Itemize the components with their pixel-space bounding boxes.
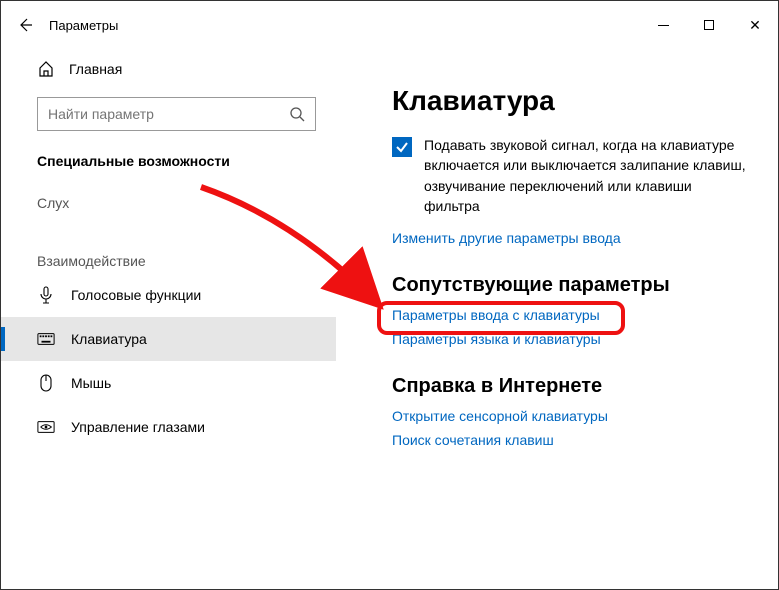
link-find-shortcuts[interactable]: Поиск сочетания клавиш: [392, 432, 748, 448]
section-head-accessibility: Специальные возможности: [1, 139, 336, 183]
link-language-keyboard-settings[interactable]: Параметры языка и клавиатуры: [392, 331, 748, 347]
main-panel: Клавиатура Подавать звуковой сигнал, ког…: [336, 49, 778, 589]
home-icon: [37, 60, 55, 78]
sidebar-item-speech[interactable]: Голосовые функции: [1, 273, 336, 317]
minimize-icon: [658, 25, 669, 26]
help-links: Открытие сенсорной клавиатуры Поиск соче…: [392, 408, 748, 448]
microphone-icon: [37, 286, 55, 304]
minimize-button[interactable]: [640, 9, 686, 41]
subhead-interaction: Взаимодействие: [1, 233, 336, 273]
content-area: Главная Специальные возможности Слух Вза…: [1, 49, 778, 589]
sidebar-item-label: Клавиатура: [71, 331, 147, 347]
close-icon: ✕: [749, 17, 761, 34]
sound-feedback-checkbox[interactable]: [392, 137, 412, 157]
sidebar-item-eye-control[interactable]: Управление глазами: [1, 405, 336, 449]
link-keyboard-input-settings[interactable]: Параметры ввода с клавиатуры: [392, 307, 748, 323]
related-heading: Сопутствующие параметры: [392, 274, 748, 297]
sidebar-item-label: Мышь: [71, 375, 111, 391]
back-arrow-icon: [17, 17, 33, 33]
sidebar-item-keyboard[interactable]: Клавиатура: [1, 317, 336, 361]
link-change-input-settings[interactable]: Изменить другие параметры ввода: [392, 230, 748, 246]
home-label: Главная: [69, 61, 122, 77]
subhead-hearing: Слух: [1, 183, 336, 215]
sound-feedback-label: Подавать звуковой сигнал, когда на клави…: [424, 135, 748, 216]
mouse-icon: [37, 374, 55, 392]
related-links: Параметры ввода с клавиатуры Параметры я…: [392, 307, 748, 347]
link-open-touch-keyboard[interactable]: Открытие сенсорной клавиатуры: [392, 408, 748, 424]
sidebar-item-mouse[interactable]: Мышь: [1, 361, 336, 405]
titlebar: Параметры ✕: [1, 1, 778, 49]
help-heading: Справка в Интернете: [392, 375, 748, 398]
search-box[interactable]: [37, 97, 316, 131]
page-title: Клавиатура: [392, 85, 748, 117]
search-wrapper: [1, 89, 336, 139]
back-button[interactable]: [9, 9, 41, 41]
checkmark-icon: [395, 140, 409, 154]
sidebar: Главная Специальные возможности Слух Вза…: [1, 49, 336, 589]
maximize-button[interactable]: [686, 9, 732, 41]
search-input[interactable]: [48, 106, 289, 122]
eye-control-icon: [37, 418, 55, 436]
search-icon: [289, 106, 305, 122]
window-title: Параметры: [49, 18, 118, 33]
keyboard-icon: [37, 330, 55, 348]
settings-window: Параметры ✕ Главная С: [0, 0, 779, 590]
sound-feedback-option: Подавать звуковой сигнал, когда на клави…: [392, 135, 748, 216]
home-nav[interactable]: Главная: [1, 49, 336, 89]
close-button[interactable]: ✕: [732, 9, 778, 41]
sidebar-item-label: Управление глазами: [71, 419, 205, 435]
window-controls: ✕: [640, 9, 778, 41]
sidebar-item-label: Голосовые функции: [71, 287, 201, 303]
maximize-icon: [704, 20, 714, 30]
